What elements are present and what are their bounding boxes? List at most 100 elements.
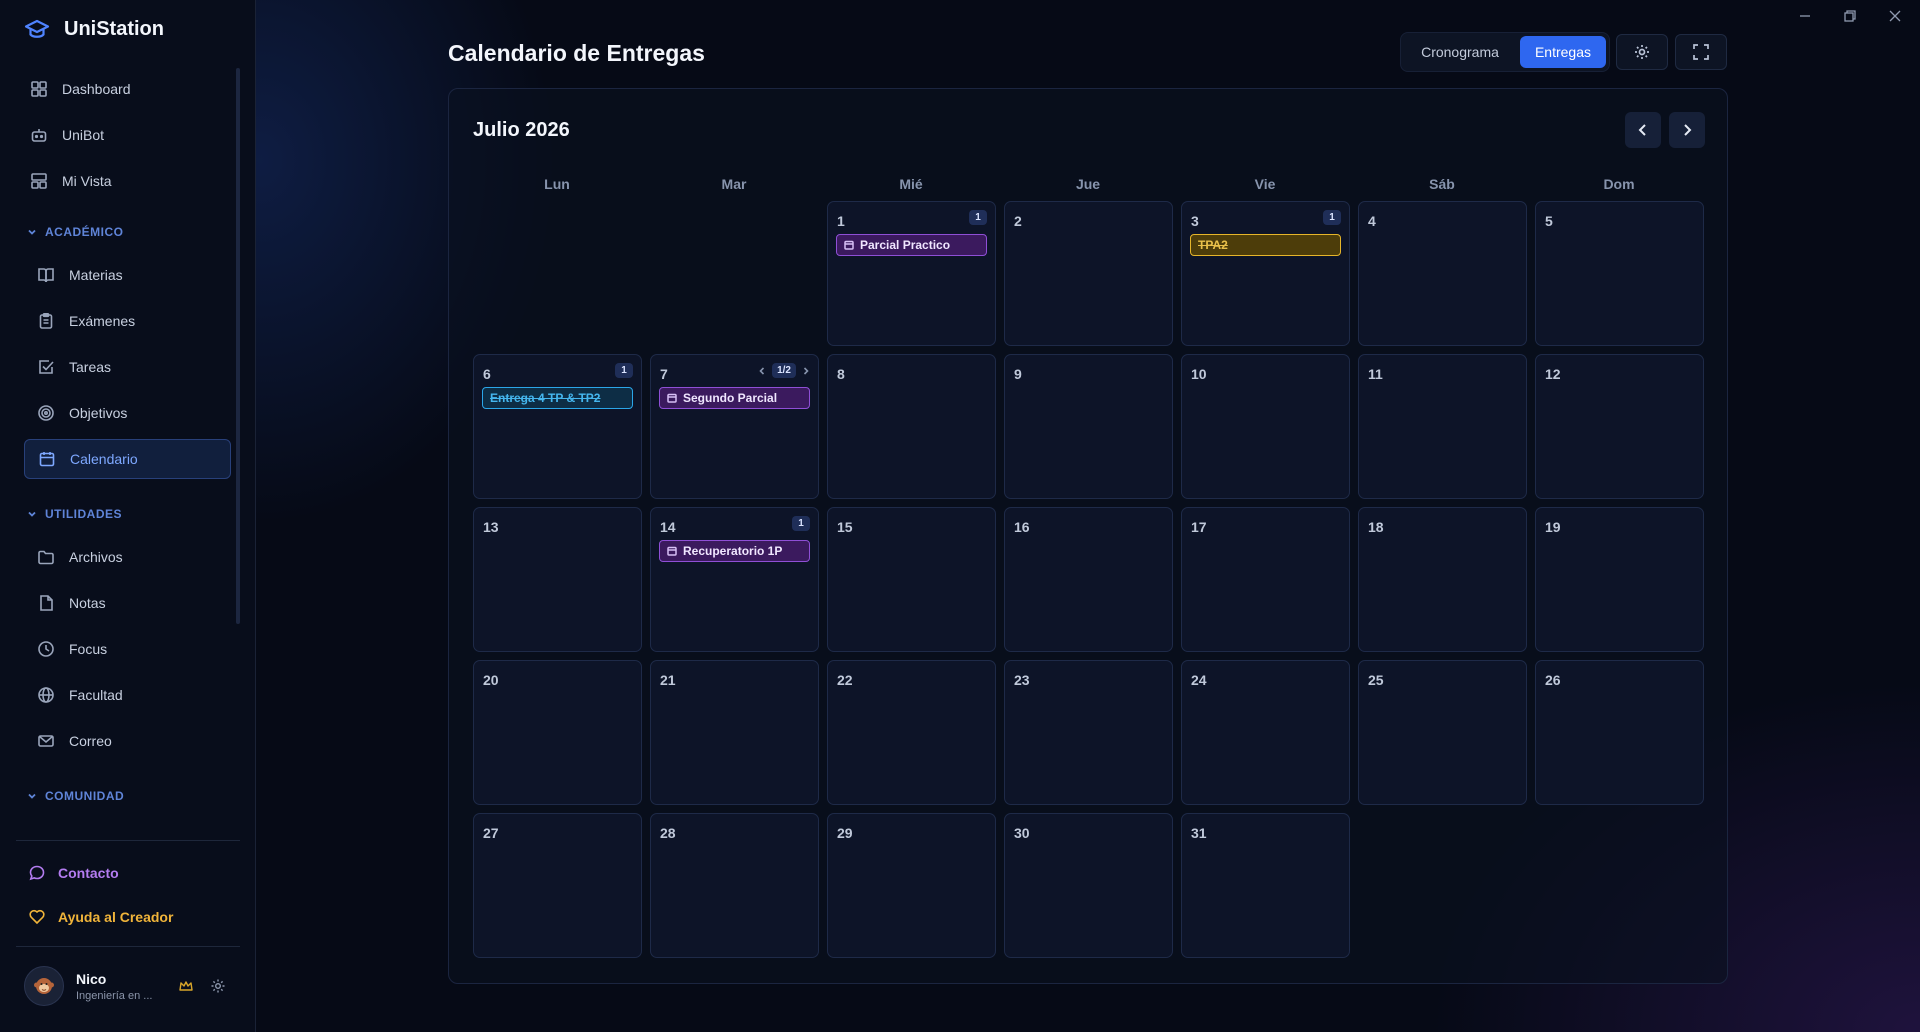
nav-item-tareas[interactable]: Tareas — [24, 347, 231, 387]
day-cell[interactable]: 16 — [1004, 507, 1173, 652]
day-cell[interactable]: 28 — [650, 813, 819, 958]
day-number: 10 — [1191, 366, 1207, 382]
nav-item-unibot[interactable]: UniBot — [24, 115, 231, 155]
toggle-entregas[interactable]: Entregas — [1520, 36, 1606, 68]
day-cell[interactable]: 4 — [1358, 201, 1527, 346]
nav-item-notas[interactable]: Notas — [24, 583, 231, 623]
day-number: 26 — [1545, 672, 1561, 688]
section-comunidad[interactable]: COMUNIDAD — [27, 789, 124, 803]
day-number: 21 — [660, 672, 676, 688]
event-chip[interactable]: TPA2 — [1190, 234, 1341, 256]
section-utilidades[interactable]: UTILIDADES — [27, 507, 122, 521]
chevron-right-icon — [1684, 124, 1692, 136]
day-cell[interactable]: 20 — [473, 660, 642, 805]
day-cell[interactable]: 25 — [1358, 660, 1527, 805]
nav-item-objetivos[interactable]: Objetivos — [24, 393, 231, 433]
day-cell[interactable]: 21 — [650, 660, 819, 805]
day-cell[interactable]: 15 — [827, 507, 996, 652]
day-number: 27 — [483, 825, 499, 841]
event-chip[interactable]: Parcial Practico — [836, 234, 987, 256]
user-profile[interactable]: Nico Ingeniería en ... — [24, 966, 152, 1006]
day-cell[interactable]: 8 — [827, 354, 996, 499]
divider — [16, 840, 240, 841]
fullscreen-button[interactable] — [1675, 34, 1727, 70]
section-academico[interactable]: ACADÉMICO — [27, 225, 124, 239]
day-cell[interactable]: 26 — [1535, 660, 1704, 805]
day-cell[interactable]: 22 — [827, 660, 996, 805]
day-cell[interactable]: 23 — [1004, 660, 1173, 805]
close-button[interactable] — [1888, 6, 1902, 31]
gear-icon[interactable] — [210, 978, 226, 994]
day-cell[interactable]: 1 1 Parcial Practico — [827, 201, 996, 346]
day-cell[interactable]: 27 — [473, 813, 642, 958]
weekday-header: Vie — [1254, 176, 1276, 192]
day-cell[interactable]: 7 1/2 Segundo Parcial — [650, 354, 819, 499]
target-icon — [38, 405, 54, 421]
day-cell[interactable]: 17 — [1181, 507, 1350, 652]
chevron-left-icon — [1638, 124, 1646, 136]
next-month-button[interactable] — [1669, 112, 1705, 148]
message-circle-icon — [29, 865, 45, 881]
nav-item-materias[interactable]: Materias — [24, 255, 231, 295]
day-cell[interactable]: 24 — [1181, 660, 1350, 805]
day-number: 25 — [1368, 672, 1384, 688]
sidebar: UniStation Dashboard UniBot Mi Vista ACA… — [0, 0, 256, 1032]
contact-label: Contacto — [58, 865, 119, 881]
day-cell[interactable]: 29 — [827, 813, 996, 958]
nav-item-label: UniBot — [62, 127, 105, 143]
day-number: 19 — [1545, 519, 1561, 535]
nav-item-facultad[interactable]: Facultad — [24, 675, 231, 715]
day-cell[interactable]: 14 1 Recuperatorio 1P — [650, 507, 819, 652]
day-cell[interactable]: 6 1 Entrega 4 TP & TP2 — [473, 354, 642, 499]
day-number: 5 — [1545, 213, 1553, 229]
help-creator-link[interactable]: Ayuda al Creador — [28, 908, 173, 926]
nav-item-examenes[interactable]: Exámenes — [24, 301, 231, 341]
prev-month-button[interactable] — [1625, 112, 1661, 148]
chevron-down-icon — [28, 229, 36, 235]
day-cell[interactable]: 11 — [1358, 354, 1527, 499]
crown-icon[interactable] — [178, 978, 194, 994]
day-cell[interactable]: 30 — [1004, 813, 1173, 958]
weekday-header: Dom — [1603, 176, 1635, 192]
day-cell[interactable]: 10 — [1181, 354, 1350, 499]
day-cell[interactable]: 12 — [1535, 354, 1704, 499]
chevron-down-icon — [28, 793, 36, 799]
event-chip[interactable]: Entrega 4 TP & TP2 — [482, 387, 633, 409]
nav-item-archivos[interactable]: Archivos — [24, 537, 231, 577]
nav-item-dashboard[interactable]: Dashboard — [24, 69, 231, 109]
sidebar-scrollbar[interactable] — [236, 68, 240, 624]
app-logo[interactable]: UniStation — [24, 18, 164, 41]
event-count-badge: 1 — [969, 210, 987, 225]
contact-link[interactable]: Contacto — [28, 864, 119, 882]
event-chip[interactable]: Segundo Parcial — [659, 387, 810, 409]
minimize-button[interactable] — [1798, 6, 1812, 31]
day-number: 2 — [1014, 213, 1022, 229]
nav-item-focus[interactable]: Focus — [24, 629, 231, 669]
chevron-right-icon[interactable] — [802, 366, 810, 376]
day-cell[interactable]: 18 — [1358, 507, 1527, 652]
nav-item-mi-vista[interactable]: Mi Vista — [24, 161, 231, 201]
book-icon — [38, 268, 54, 283]
day-cell[interactable]: 5 — [1535, 201, 1704, 346]
restore-button[interactable] — [1843, 6, 1857, 31]
nav-item-correo[interactable]: Correo — [24, 721, 231, 761]
event-title: TPA2 — [1198, 238, 1228, 252]
nav-item-label: Exámenes — [69, 313, 136, 329]
mail-icon — [38, 735, 54, 747]
toggle-cronograma[interactable]: Cronograma — [1405, 36, 1515, 68]
weekday-header: Mar — [721, 176, 747, 192]
day-number: 4 — [1368, 213, 1376, 229]
minimize-icon — [1800, 15, 1810, 17]
day-cell[interactable]: 9 — [1004, 354, 1173, 499]
event-chip[interactable]: Recuperatorio 1P — [659, 540, 810, 562]
day-cell[interactable]: 31 — [1181, 813, 1350, 958]
day-cell[interactable]: 2 — [1004, 201, 1173, 346]
event-title: Recuperatorio 1P — [683, 544, 783, 558]
day-cell[interactable]: 3 1 TPA2 — [1181, 201, 1350, 346]
day-number: 20 — [483, 672, 499, 688]
day-cell[interactable]: 19 — [1535, 507, 1704, 652]
chevron-left-icon[interactable] — [758, 366, 766, 376]
settings-button[interactable] — [1616, 34, 1668, 70]
nav-item-calendario[interactable]: Calendario — [24, 439, 231, 479]
day-cell[interactable]: 13 — [473, 507, 642, 652]
